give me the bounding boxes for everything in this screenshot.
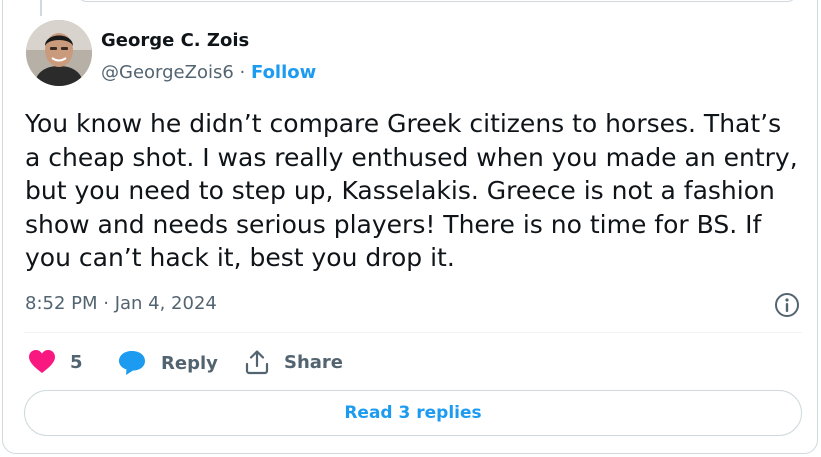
reply-label: Reply [161,352,218,374]
speech-bubble-icon [119,351,145,375]
author-handle[interactable]: @GeorgeZois6 [101,62,234,83]
heart-icon [29,350,55,373]
author-handle-row: @GeorgeZois6 · Follow [101,62,316,83]
tweet-timestamp[interactable]: 8:52 PM · Jan 4, 2024 [25,293,217,314]
share-button[interactable]: Share [244,349,343,375]
like-button[interactable]: 5 [28,349,83,375]
follow-button[interactable]: Follow [251,62,316,83]
avatar[interactable] [26,20,92,86]
quoted-tweet-edge [76,0,798,2]
thread-line [40,0,42,16]
reply-button[interactable]: Reply [117,349,218,377]
tweet-text: You know he didn’t compare Greek citizen… [25,109,798,272]
read-replies-button[interactable]: Read 3 replies [24,390,802,436]
share-upload-icon [245,350,269,375]
divider [24,332,802,333]
share-label: Share [284,351,344,373]
handle-separator: · [239,62,246,83]
info-icon[interactable] [773,291,801,319]
avatar-photo [26,20,92,86]
author-name[interactable]: George C. Zois [101,30,249,51]
like-count: 5 [70,351,83,373]
